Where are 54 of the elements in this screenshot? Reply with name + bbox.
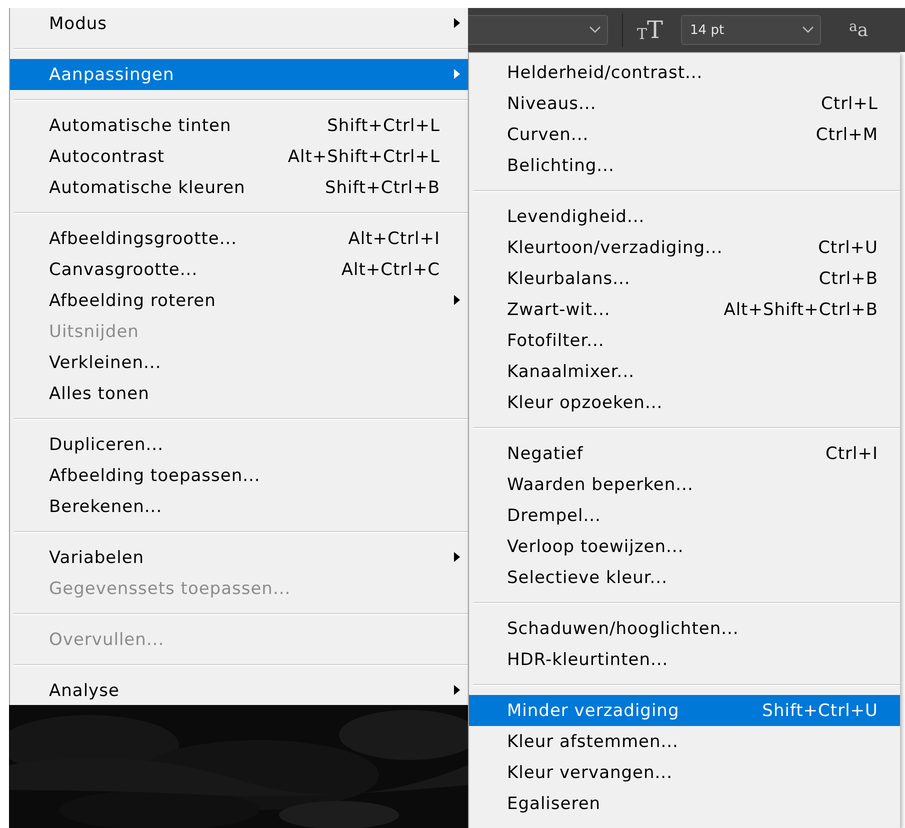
font-style-dropdown[interactable] [468,15,608,45]
shortcut-label: Shift+Ctrl+U [762,700,878,720]
menu-item[interactable]: Afbeelding toepassen... [10,460,468,491]
menu-item[interactable]: Afbeeldingsgrootte... Alt+Ctrl+I [10,223,468,254]
menu-item[interactable]: Kleur vervangen... [469,757,900,788]
menu-item[interactable]: Kanaalmixer... [469,356,900,387]
menu-item[interactable]: Kleur opzoeken... [469,387,900,418]
menu-item[interactable]: Levendigheid... [469,201,900,232]
menu-item[interactable]: Zwart-wit... Alt+Shift+Ctrl+B [469,294,900,325]
menu-item[interactable]: Canvasgrootte... Alt+Ctrl+C [10,254,468,285]
shortcut-label: Alt+Ctrl+I [348,228,440,248]
menu-item[interactable]: Aanpassingen [10,59,468,90]
menu-item[interactable]: Automatische tinten Shift+Ctrl+L [10,110,468,141]
menu-item[interactable]: Kleurtoon/verzadiging... Ctrl+U [469,232,900,263]
font-size-dropdown[interactable]: 14 pt [681,15,822,45]
menu-item[interactable]: Dupliceren... [10,429,468,460]
menu-item[interactable]: Verkleinen... [10,347,468,378]
menu-item[interactable]: Afbeelding roteren [10,285,468,316]
shortcut-label: Shift+Ctrl+L [327,116,440,136]
menu-item[interactable]: Autocontrast Alt+Shift+Ctrl+L [10,141,468,172]
menu-item[interactable]: Minder verzadiging Shift+Ctrl+U [469,695,900,726]
menu-item[interactable]: Curven... Ctrl+M [469,119,900,150]
menu-item[interactable]: Niveaus... Ctrl+L [469,88,900,119]
menu-item[interactable]: Egaliseren [469,788,900,819]
shortcut-label: Alt+Ctrl+C [341,260,440,280]
menu-item[interactable]: Waarden beperken... [469,469,900,500]
chevron-icon [589,26,601,34]
menu-item[interactable]: Kleurbalans... Ctrl+B [469,263,900,294]
menu-item[interactable]: Modus [10,8,468,39]
menu-item[interactable]: Drempel... [469,500,900,531]
shortcut-label: Ctrl+B [818,268,878,288]
shortcut-label: Ctrl+M [816,124,878,144]
menu-item[interactable]: Analyse [10,675,468,706]
shortcut-label: Shift+Ctrl+B [324,178,440,198]
menu-item[interactable]: Kleur afstemmen... [469,726,900,757]
menu-item[interactable]: Belichting... [469,150,900,181]
menu-item[interactable]: Fotofilter... [469,325,900,356]
menu-item[interactable]: Helderheid/contrast... [469,57,900,88]
shortcut-label: Alt+Shift+Ctrl+B [724,300,878,320]
anti-alias-icon: $^{a}$a [849,20,868,40]
shortcut-label: Ctrl+U [818,238,878,258]
menu-item[interactable]: Schaduwen/hooglichten... [469,613,900,644]
menu-item[interactable]: HDR-kleurtinten... [469,644,900,675]
menu-item[interactable]: Automatische kleuren Shift+Ctrl+B [10,172,468,203]
menu-item[interactable]: Alles tonen [10,378,468,409]
shortcut-label: Alt+Shift+Ctrl+L [288,146,440,166]
menu-item[interactable]: Selectieve kleur... [469,562,900,593]
menu-item[interactable]: Berekenen... [10,491,468,522]
menu-item[interactable]: Negatief Ctrl+I [469,438,900,469]
chevron-icon [802,26,814,34]
shortcut-label: Ctrl+L [821,94,878,114]
menu-item[interactable]: Verloop toewijzen... [469,531,900,562]
shortcut-label: Ctrl+I [825,444,878,464]
menu-item[interactable]: Variabelen [10,542,468,573]
